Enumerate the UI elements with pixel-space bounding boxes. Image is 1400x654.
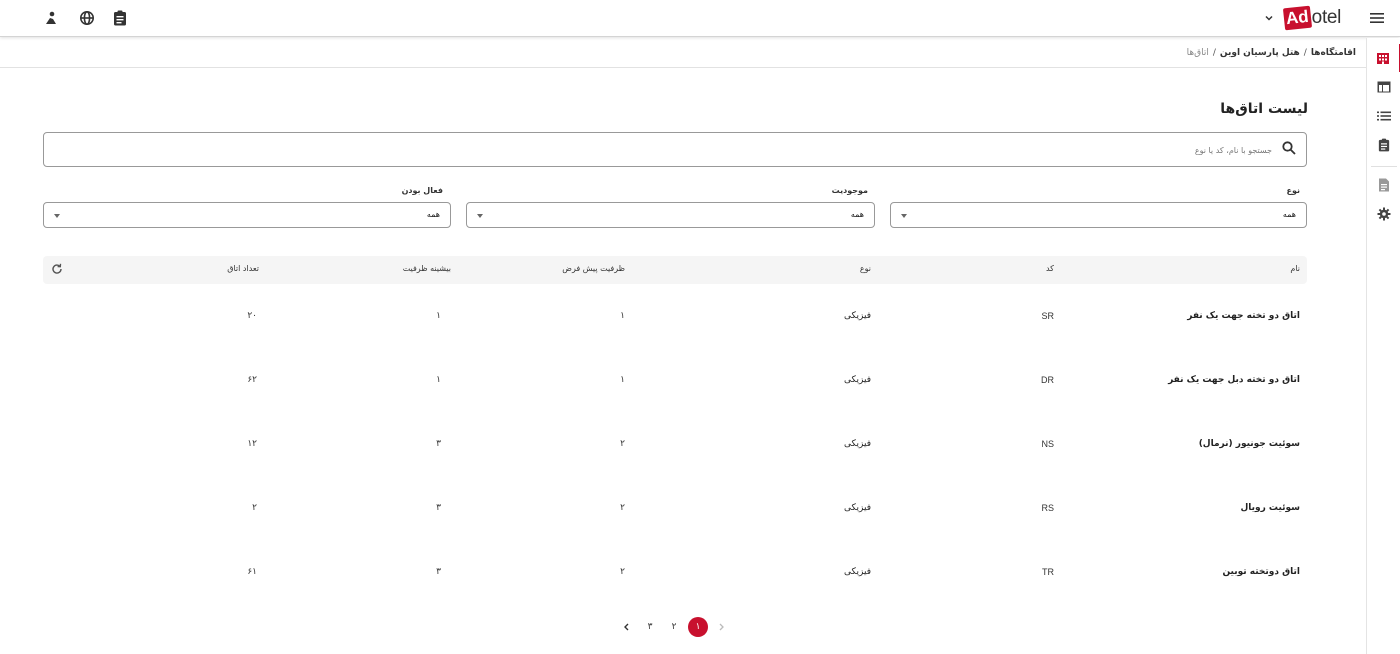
search-input[interactable] xyxy=(672,142,1272,158)
breadcrumb-item-hotel[interactable]: هتل پارسیان اوین xyxy=(1220,48,1300,58)
list-icon xyxy=(1377,111,1391,121)
cell-type: فیزیکی xyxy=(844,311,871,321)
page-title: لیست اتاق‌ها xyxy=(1220,101,1308,117)
previous-page-icon[interactable] xyxy=(711,617,731,637)
cell-max-capacity: ۳ xyxy=(436,567,441,577)
top-bar: Ad otel xyxy=(0,0,1400,37)
document-icon xyxy=(1379,178,1389,192)
type-select[interactable]: همه xyxy=(890,202,1307,228)
select-value: همه xyxy=(426,210,440,219)
dropdown-arrow-icon xyxy=(477,214,483,218)
dropdown-arrow-icon xyxy=(54,214,60,218)
cell-code: TR xyxy=(1042,567,1054,577)
cell-type: فیزیکی xyxy=(844,503,871,513)
refresh-icon[interactable] xyxy=(51,263,65,277)
logo-text: otel xyxy=(1311,7,1342,28)
table-row[interactable]: اتاق دوتخته توبین TR فیزیکی ۲ ۳ ۶۱ xyxy=(43,541,1307,605)
cell-max-capacity: ۱ xyxy=(436,375,441,385)
sidebar xyxy=(1366,38,1400,654)
availability-select[interactable]: همه xyxy=(466,202,875,228)
cell-type: فیزیکی xyxy=(844,375,871,385)
hotel-icon xyxy=(1377,53,1389,64)
table-row[interactable]: اتاق دو تخته دبل جهت یک نفر DR فیزیکی ۱ ۱ ۶۲ xyxy=(43,349,1307,413)
search-icon[interactable] xyxy=(1280,141,1296,157)
table-row[interactable]: سوئیت رویال RS فیزیکی ۲ ۳ ۲ xyxy=(43,477,1307,541)
breadcrumb: اقامتگاه‌ها / هتل پارسیان اوین / اتاق‌ها xyxy=(0,38,1366,68)
filter-label-availability: موجودیت xyxy=(831,186,868,195)
person-icon[interactable] xyxy=(42,9,60,27)
cell-default-capacity: ۲ xyxy=(620,439,625,449)
cell-name: سوئیت جونیور (نرمال) xyxy=(1198,439,1300,449)
cell-default-capacity: ۲ xyxy=(620,503,625,513)
column-header-name[interactable]: نام xyxy=(1290,264,1300,273)
clipboard-icon[interactable] xyxy=(111,9,129,27)
breadcrumb-separator: / xyxy=(1212,47,1216,58)
next-page-icon[interactable] xyxy=(617,617,637,637)
cell-max-capacity: ۱ xyxy=(436,311,441,321)
breadcrumb-item-accommodations[interactable]: اقامتگاه‌ها xyxy=(1311,48,1356,58)
dropdown-arrow-icon xyxy=(901,214,907,218)
cell-room-count: ۱۲ xyxy=(247,439,257,449)
sidebar-item-table[interactable] xyxy=(1367,73,1400,101)
app-logo: Ad otel xyxy=(1282,5,1342,31)
table-row[interactable]: سوئیت جونیور (نرمال) NS فیزیکی ۲ ۳ ۱۲ xyxy=(43,413,1307,477)
cell-code: SR xyxy=(1041,311,1054,321)
cell-default-capacity: ۱ xyxy=(620,375,625,385)
globe-icon[interactable] xyxy=(78,9,96,27)
table-row[interactable]: اتاق دو تخته جهت یک نفر SR فیزیکی ۱ ۱ ۲۰ xyxy=(43,285,1307,349)
sidebar-item-settings[interactable] xyxy=(1367,200,1400,228)
column-header-room-count[interactable]: تعداد اتاق xyxy=(227,264,259,273)
cell-name: اتاق دو تخته دبل جهت یک نفر xyxy=(1168,375,1300,385)
page-button-1[interactable]: ۱ xyxy=(688,617,708,637)
cell-name: اتاق دوتخته توبین xyxy=(1222,567,1300,577)
cell-default-capacity: ۲ xyxy=(620,567,625,577)
sidebar-item-list[interactable] xyxy=(1367,102,1400,130)
active-select[interactable]: همه xyxy=(43,202,451,228)
page-button-2[interactable]: ۲ xyxy=(664,617,684,637)
cell-name: اتاق دو تخته جهت یک نفر xyxy=(1187,311,1300,321)
cell-default-capacity: ۱ xyxy=(620,311,625,321)
column-header-max-capacity[interactable]: بیشینه ظرفیت xyxy=(403,264,451,273)
cell-code: RS xyxy=(1041,503,1054,513)
cell-code: NS xyxy=(1041,439,1054,449)
select-value: همه xyxy=(1282,210,1296,219)
table-header: نام کد نوع ظرفیت پیش فرض بیشینه ظرفیت تع… xyxy=(43,256,1307,284)
filter-label-active: فعال بودن xyxy=(401,186,443,195)
page-button-3[interactable]: ۳ xyxy=(640,617,660,637)
cell-name: سوئیت رویال xyxy=(1240,503,1300,513)
search-box xyxy=(43,132,1307,167)
cell-max-capacity: ۳ xyxy=(436,503,441,513)
sidebar-item-document[interactable] xyxy=(1367,171,1400,199)
cell-type: فیزیکی xyxy=(844,439,871,449)
column-header-type[interactable]: نوع xyxy=(860,264,871,273)
column-header-default-capacity[interactable]: ظرفیت پیش فرض xyxy=(562,264,625,273)
cell-type: فیزیکی xyxy=(844,567,871,577)
sidebar-item-clipboard[interactable] xyxy=(1367,131,1400,159)
logo-mark: Ad xyxy=(1282,5,1312,31)
cell-max-capacity: ۳ xyxy=(436,439,441,449)
cell-room-count: ۲ xyxy=(252,503,257,513)
sidebar-divider xyxy=(1371,166,1397,167)
gear-icon xyxy=(1377,207,1391,221)
table-icon xyxy=(1377,81,1391,93)
sidebar-item-hotels[interactable] xyxy=(1367,44,1400,72)
cell-room-count: ۶۱ xyxy=(247,567,257,577)
cell-code: DR xyxy=(1041,375,1054,385)
cell-room-count: ۶۲ xyxy=(247,375,257,385)
column-header-code[interactable]: کد xyxy=(1046,264,1054,273)
cell-room-count: ۲۰ xyxy=(247,311,257,321)
breadcrumb-separator: / xyxy=(1303,47,1307,58)
filter-label-type: نوع xyxy=(1286,186,1300,195)
menu-icon[interactable] xyxy=(1368,9,1386,27)
chevron-down-icon[interactable] xyxy=(1260,9,1278,27)
select-value: همه xyxy=(850,210,864,219)
clipboard-icon xyxy=(1378,138,1390,152)
breadcrumb-item-rooms: اتاق‌ها xyxy=(1186,47,1209,58)
